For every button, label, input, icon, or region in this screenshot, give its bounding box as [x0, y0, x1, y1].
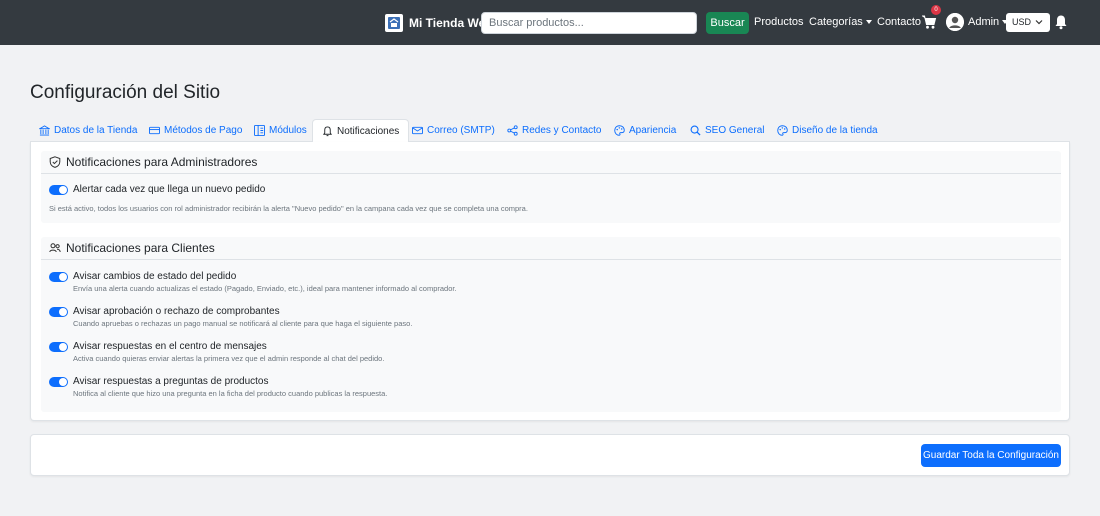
- nav-link-products[interactable]: Productos: [754, 16, 804, 29]
- store-logo-icon: [385, 14, 403, 32]
- option-label: Avisar cambios de estado del pedido: [73, 271, 237, 282]
- section-title: Notificaciones para Clientes: [66, 241, 215, 255]
- page-title: Configuración del Sitio: [30, 82, 221, 103]
- tab-label: Datos de la Tienda: [54, 125, 138, 136]
- bell-icon: [322, 125, 333, 136]
- search-input[interactable]: [481, 12, 697, 34]
- top-navbar: Mi Tienda Web Buscar Productos Categoría…: [0, 0, 1100, 45]
- envelope-icon: [412, 126, 423, 135]
- section-header: Notificaciones para Administradores: [41, 151, 1061, 174]
- tab-label: Diseño de la tienda: [792, 125, 878, 136]
- nav-link-contact[interactable]: Contacto: [877, 16, 921, 29]
- tab-label: Redes y Contacto: [522, 125, 602, 136]
- messages-toggle[interactable]: [49, 342, 68, 352]
- user-avatar-icon[interactable]: [946, 13, 964, 31]
- option-help: Activa cuando quieras enviar alertas la …: [73, 354, 385, 363]
- share-icon: [507, 125, 518, 136]
- tab-store-design[interactable]: Diseño de la tienda: [777, 119, 878, 142]
- search-icon: [690, 125, 701, 136]
- tab-smtp[interactable]: Correo (SMTP): [412, 119, 495, 142]
- nav-link-categories-label: Categorías: [809, 16, 863, 28]
- option-help: Envía una alerta cuando actualizas el es…: [73, 284, 457, 293]
- tab-seo[interactable]: SEO General: [690, 119, 764, 142]
- option-help: Cuando apruebas o rechazas un pago manua…: [73, 319, 413, 328]
- status-changes-toggle[interactable]: [49, 272, 68, 282]
- user-menu[interactable]: Admin: [968, 16, 1009, 29]
- tab-label: Correo (SMTP): [427, 125, 495, 136]
- people-icon: [49, 243, 61, 253]
- notifications-panel: Notificaciones para Administradores Aler…: [30, 142, 1070, 421]
- tab-store-data[interactable]: Datos de la Tienda: [39, 119, 137, 142]
- tab-label: Notificaciones: [337, 125, 400, 137]
- bell-icon[interactable]: [1054, 14, 1068, 30]
- modules-icon: [254, 125, 265, 136]
- admin-note: Si está activo, todos los usuarios con r…: [49, 204, 528, 213]
- client-notifications-section: Notificaciones para Clientes Avisar camb…: [41, 237, 1061, 412]
- tab-modules[interactable]: Módulos: [254, 119, 307, 142]
- section-title: Notificaciones para Administradores: [66, 155, 258, 169]
- tab-label: Métodos de Pago: [164, 125, 243, 136]
- palette-icon: [777, 125, 788, 136]
- option-help: Notifica al cliente que hizo una pregunt…: [73, 389, 388, 398]
- tab-label: Módulos: [269, 125, 307, 136]
- section-header: Notificaciones para Clientes: [41, 237, 1061, 260]
- search-button[interactable]: Buscar: [706, 12, 749, 34]
- tab-social-contact[interactable]: Redes y Contacto: [507, 119, 602, 142]
- user-name: Admin: [968, 16, 1000, 28]
- currency-select[interactable]: USD: [1006, 13, 1050, 32]
- currency-value: USD: [1012, 17, 1032, 27]
- shield-check-icon: [49, 156, 61, 168]
- option-label: Avisar respuestas a preguntas de product…: [73, 376, 269, 387]
- tab-label: Apariencia: [629, 125, 677, 136]
- caret-down-icon: [865, 20, 872, 25]
- save-all-button[interactable]: Guardar Toda la Configuración: [921, 444, 1061, 467]
- save-bar: Guardar Toda la Configuración: [30, 434, 1070, 476]
- credit-card-icon: [149, 126, 160, 135]
- questions-toggle[interactable]: [49, 377, 68, 387]
- tab-payment-methods[interactable]: Métodos de Pago: [149, 119, 242, 142]
- chevron-down-icon: [1035, 20, 1043, 25]
- option-label: Alertar cada vez que llega un nuevo pedi…: [73, 184, 266, 195]
- tab-label: SEO General: [705, 125, 765, 136]
- settings-tabs: Datos de la Tienda Métodos de Pago Módul…: [30, 119, 1070, 143]
- new-order-alert-toggle[interactable]: [49, 185, 68, 195]
- bank-icon: [39, 125, 50, 136]
- brand-link[interactable]: Mi Tienda Web: [385, 13, 493, 33]
- palette-icon: [614, 125, 625, 136]
- option-label: Avisar aprobación o rechazo de comproban…: [73, 306, 280, 317]
- tab-notifications[interactable]: Notificaciones: [312, 119, 410, 143]
- tab-appearance[interactable]: Apariencia: [614, 119, 676, 142]
- admin-notifications-section: Notificaciones para Administradores Aler…: [41, 151, 1061, 223]
- nav-link-categories[interactable]: Categorías: [809, 16, 872, 29]
- receipts-toggle[interactable]: [49, 307, 68, 317]
- cart-count-badge: 0: [931, 5, 941, 15]
- option-label: Avisar respuestas en el centro de mensaj…: [73, 341, 267, 352]
- cart-icon[interactable]: [921, 14, 937, 30]
